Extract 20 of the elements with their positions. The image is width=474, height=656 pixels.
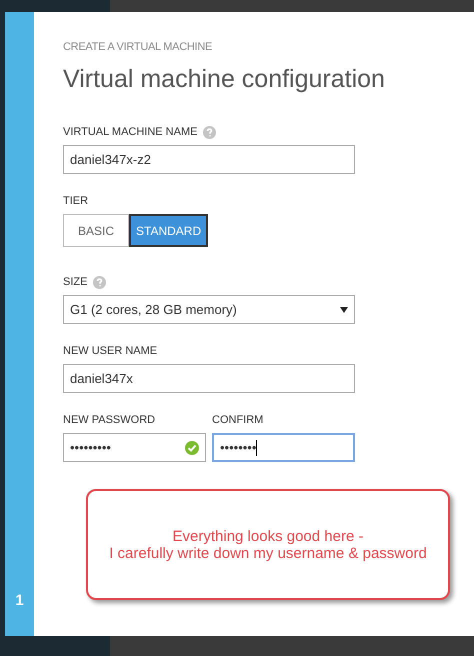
password-input[interactable]: ••••••••: [212, 433, 355, 462]
help-icon[interactable]: [93, 276, 106, 288]
callout-text: Everything looks good here - I carefully write down my username & password: [109, 528, 427, 562]
caret-icon: [340, 306, 348, 312]
tier-toggle-option[interactable]: BASIC: [63, 214, 130, 247]
help-icon[interactable]: [203, 126, 216, 138]
field-label: NEW USER NAME: [63, 344, 158, 359]
field-label: CONFIRM: [212, 412, 264, 428]
dialog-title: Virtual machine configuration: [63, 64, 386, 95]
field-label: SIZE: [63, 274, 88, 290]
field-label: TIER: [63, 194, 88, 209]
field-label: VIRTUAL MACHINE NAME: [63, 124, 198, 140]
password-input[interactable]: •••••••••: [63, 433, 206, 462]
text-input[interactable]: daniel347x-z2: [63, 145, 355, 174]
check-icon: [185, 440, 199, 454]
step-number: 1: [15, 590, 24, 610]
size-dropdown[interactable]: G1 (2 cores, 28 GB memory): [63, 295, 355, 324]
text-input[interactable]: daniel347x: [63, 364, 355, 393]
field-label: NEW PASSWORD: [63, 412, 156, 428]
dialog-subtitle: CREATE A VIRTUAL MACHINE: [63, 40, 214, 53]
